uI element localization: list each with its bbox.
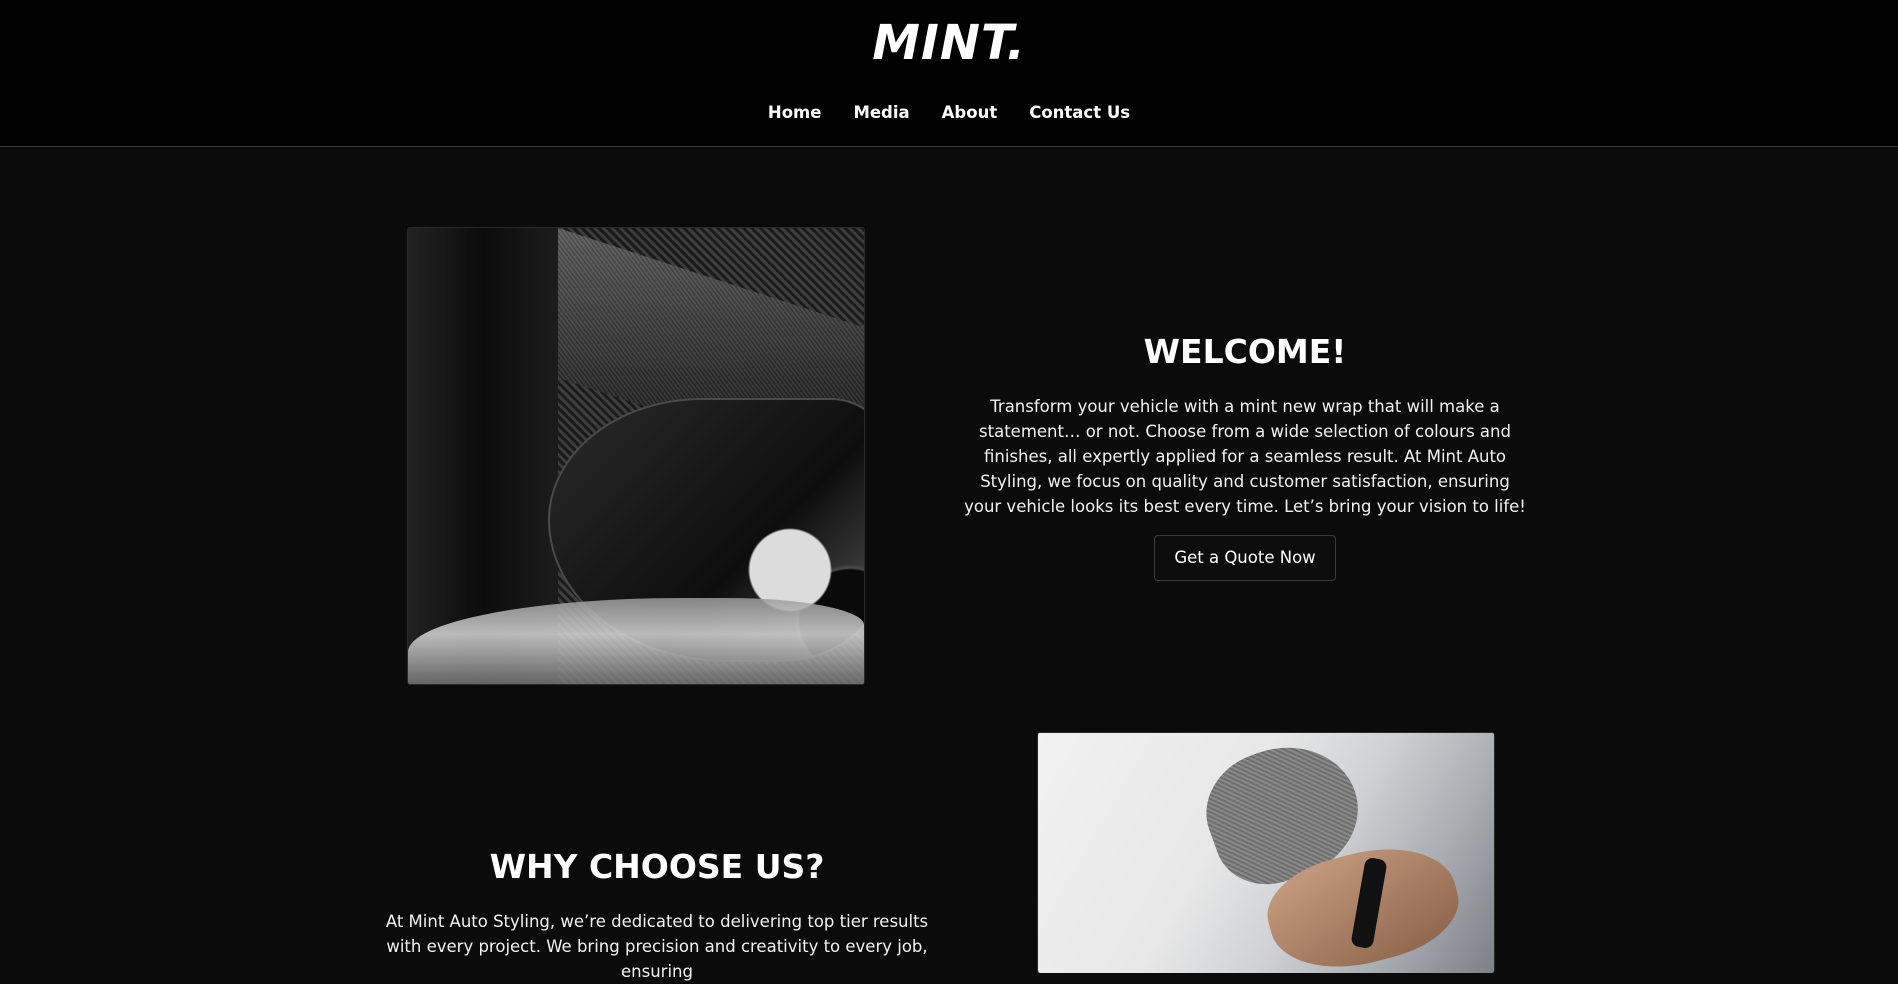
why-section: WHY CHOOSE US? At Mint Auto Styling, we’…	[372, 847, 942, 984]
get-quote-button[interactable]: Get a Quote Now	[1154, 535, 1336, 581]
nav-media[interactable]: Media	[853, 100, 909, 126]
page-content: WELCOME! Transform your vehicle with a m…	[0, 147, 1898, 981]
main-nav: Home Media About Contact Us	[0, 100, 1898, 126]
why-text: At Mint Auto Styling, we’re dedicated to…	[385, 912, 929, 981]
welcome-section: WELCOME! Transform your vehicle with a m…	[960, 332, 1530, 581]
why-image	[1037, 732, 1495, 973]
welcome-image	[407, 227, 865, 685]
welcome-heading: WELCOME!	[1143, 332, 1347, 371]
nav-about[interactable]: About	[942, 100, 998, 126]
welcome-text: Transform your vehicle with a mint new w…	[964, 397, 1526, 516]
site-logo[interactable]: MINT.	[0, 14, 1898, 72]
site-header: MINT. Home Media About Contact Us	[0, 0, 1898, 147]
why-heading: WHY CHOOSE US?	[489, 847, 825, 886]
nav-home[interactable]: Home	[768, 100, 822, 126]
nav-contact-us[interactable]: Contact Us	[1029, 100, 1130, 126]
